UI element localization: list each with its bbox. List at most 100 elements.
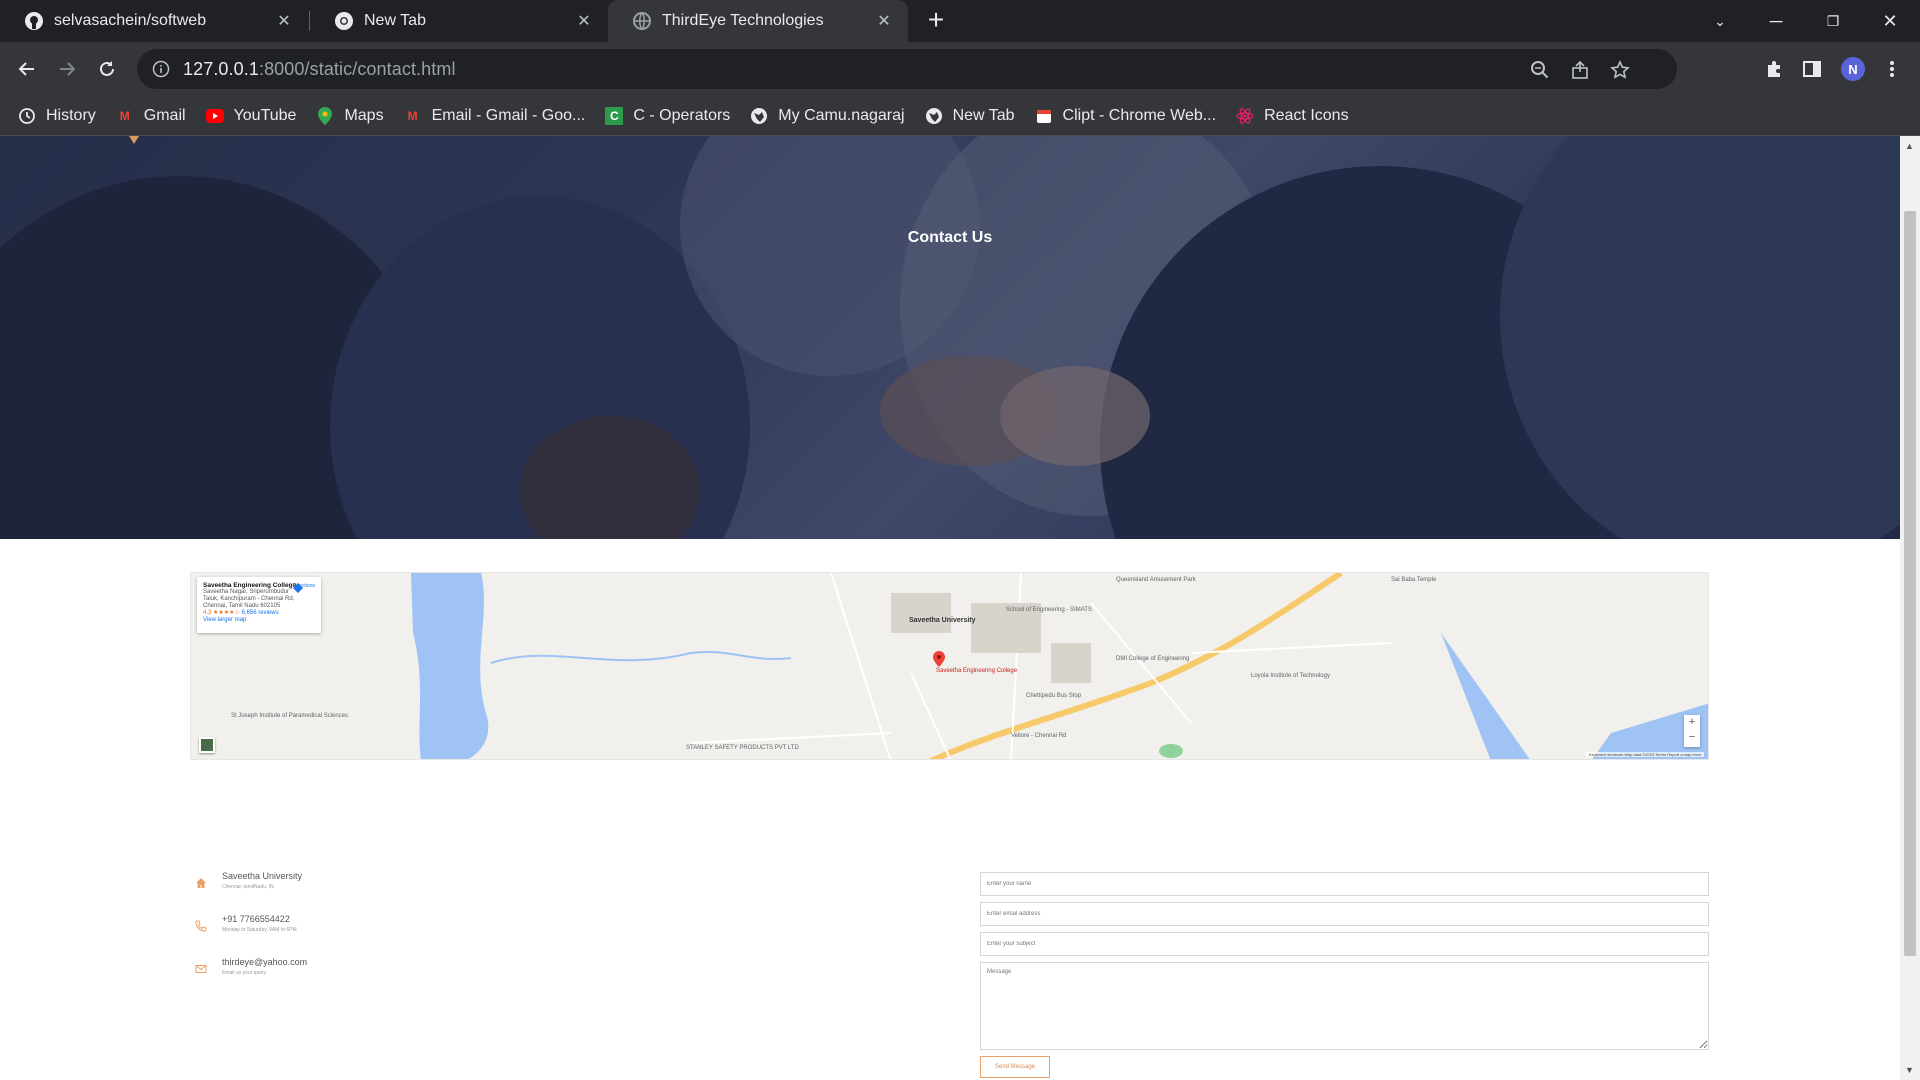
hero-overlay: [0, 136, 1900, 539]
bookmark-c-operators[interactable]: CC - Operators: [605, 106, 730, 125]
email-item: thirdeye@yahoo.com Email us your query: [190, 957, 590, 978]
map-layer-toggle[interactable]: [199, 737, 215, 753]
phone-icon: [192, 917, 210, 935]
history-icon: [18, 107, 36, 125]
scrollbar-thumb[interactable]: [1904, 211, 1916, 956]
email-field[interactable]: [980, 902, 1709, 926]
tab-softweb[interactable]: selvasachein/softweb ✕: [0, 0, 308, 42]
address-main: Saveetha University: [222, 871, 303, 881]
menu-icon[interactable]: [1880, 57, 1904, 81]
minimize-button[interactable]: ─: [1748, 0, 1804, 42]
bookmark-email-gmail[interactable]: M Email - Gmail - Goo...: [404, 107, 586, 125]
tab-title: New Tab: [364, 12, 426, 29]
zoom-out-button[interactable]: −: [1684, 730, 1700, 745]
scroll-up-arrow-icon[interactable]: ▲: [1905, 141, 1914, 151]
directions-button[interactable]: Directions: [292, 583, 315, 593]
close-icon[interactable]: ✕: [574, 11, 594, 31]
extensions-icon[interactable]: [1762, 57, 1786, 81]
new-tab-button[interactable]: +: [922, 6, 950, 35]
map-label: Sai Baba Temple: [1391, 577, 1437, 583]
tab-title: ThirdEye Technologies: [662, 12, 824, 29]
bookmark-new-tab[interactable]: New Tab: [925, 107, 1015, 125]
home-icon: [192, 874, 210, 892]
zoom-icon[interactable]: [1529, 59, 1551, 81]
close-icon[interactable]: ✕: [874, 11, 894, 31]
reload-button[interactable]: [92, 54, 122, 84]
profile-avatar[interactable]: N: [1841, 57, 1865, 81]
page-title: Contact Us: [907, 229, 993, 246]
map-label: St Joseph Institute of Paramedical Scien…: [231, 713, 349, 719]
map-label: Chettipedu Bus Stop: [1026, 693, 1082, 699]
larger-map-link[interactable]: View larger map: [203, 617, 315, 623]
browser-toolbar: 127.0.0.1:8000/static/contact.html N: [0, 42, 1920, 96]
map-label: School of Engineering - SIMATS: [1006, 607, 1092, 613]
map-label: Saveetha Engineering College: [936, 668, 1018, 674]
contact-form: Send Message: [980, 872, 1710, 1078]
address-sub: Chennai, tamilNadu, IN: [222, 884, 274, 890]
subject-field[interactable]: [980, 932, 1709, 956]
embedded-map[interactable]: Saveetha Engineering College Saveetha Na…: [190, 572, 1709, 760]
directions-icon: [292, 583, 303, 593]
rating-stars: 4.3 ★★★★☆: [203, 610, 240, 616]
react-icon: [1236, 107, 1254, 125]
message-field[interactable]: [980, 962, 1709, 1050]
chrome-icon: [334, 11, 354, 31]
url-text: 127.0.0.1:8000/static/contact.html: [183, 58, 456, 79]
map-label: DMI College of Engineering: [1116, 656, 1190, 662]
scroll-down-arrow-icon[interactable]: ▼: [1905, 1065, 1914, 1075]
mail-icon: [192, 960, 210, 978]
page-scrollbar[interactable]: ▲ ▼: [1900, 136, 1920, 1080]
name-field[interactable]: [980, 872, 1709, 896]
clipt-icon: [1035, 107, 1053, 125]
forward-button[interactable]: [52, 54, 82, 84]
bookmark-star-icon[interactable]: [1609, 59, 1631, 81]
email-main: thirdeye@yahoo.com: [222, 957, 308, 967]
page-viewport: Contact Us Saveetha Engineering College …: [0, 136, 1900, 1080]
map-label: Saveetha University: [909, 617, 976, 624]
close-window-button[interactable]: ✕: [1862, 0, 1918, 42]
gmail-icon: M: [407, 108, 418, 123]
globe-icon: [925, 107, 943, 125]
maps-icon: [316, 106, 334, 125]
bookmark-history[interactable]: History: [18, 107, 96, 125]
side-panel-icon[interactable]: [1800, 57, 1824, 81]
bookmark-gmail[interactable]: M Gmail: [116, 107, 186, 125]
send-message-button[interactable]: Send Message: [980, 1056, 1050, 1078]
zoom-in-button[interactable]: +: [1684, 715, 1700, 730]
address-bar[interactable]: 127.0.0.1:8000/static/contact.html: [137, 49, 1677, 89]
bookmark-youtube[interactable]: YouTube: [205, 107, 296, 125]
close-icon[interactable]: ✕: [274, 11, 294, 31]
back-button[interactable]: [12, 54, 42, 84]
map-pin-icon[interactable]: [933, 651, 945, 667]
browser-tabstrip: selvasachein/softweb ✕ New Tab ✕ ThirdEy…: [0, 0, 1920, 42]
tab-new-tab[interactable]: New Tab ✕: [310, 0, 608, 42]
youtube-icon: [205, 107, 224, 125]
address-item: Saveetha University Chennai, tamilNadu, …: [190, 871, 590, 892]
globe-icon: [632, 11, 652, 31]
phone-item: +91 7766554422 Monday to Saturday, 9AM t…: [190, 914, 590, 935]
c-icon: C: [605, 106, 624, 125]
restore-button[interactable]: ❐: [1805, 0, 1861, 42]
contact-info: Saveetha University Chennai, tamilNadu, …: [190, 871, 590, 1000]
bookmark-react-icons[interactable]: React Icons: [1236, 107, 1349, 125]
github-icon: [24, 11, 44, 31]
map-label: STANLEY SAFETY PRODUCTS PVT LTD: [686, 745, 799, 751]
map-label: Loyola Institute of Technology: [1251, 673, 1330, 679]
phone-sub: Monday to Saturday, 9AM to 6PM: [222, 927, 297, 933]
gmail-icon: M: [119, 108, 130, 123]
tab-search-icon[interactable]: ⌄: [1692, 0, 1748, 42]
tab-thirdeye[interactable]: ThirdEye Technologies ✕: [608, 0, 908, 42]
tab-title: selvasachein/softweb: [54, 12, 207, 29]
email-sub: Email us your query: [222, 970, 267, 976]
site-info-icon[interactable]: [151, 59, 171, 79]
bookmark-camu[interactable]: My Camu.nagaraj: [750, 107, 905, 125]
map-label: Queensland Amusement Park: [1116, 577, 1196, 583]
bookmarks-bar: History M Gmail YouTube Maps M Email - Gma…: [0, 96, 1920, 136]
globe-icon: [750, 107, 768, 125]
bookmark-clipt[interactable]: Clipt - Chrome Web...: [1035, 107, 1216, 125]
map-place-card: Saveetha Engineering College Saveetha Na…: [197, 577, 321, 633]
bookmark-maps[interactable]: Maps: [316, 106, 384, 125]
share-icon[interactable]: [1569, 59, 1591, 81]
map-zoom-control[interactable]: + −: [1684, 715, 1700, 747]
reviews-link[interactable]: 6,656 reviews: [242, 610, 279, 616]
